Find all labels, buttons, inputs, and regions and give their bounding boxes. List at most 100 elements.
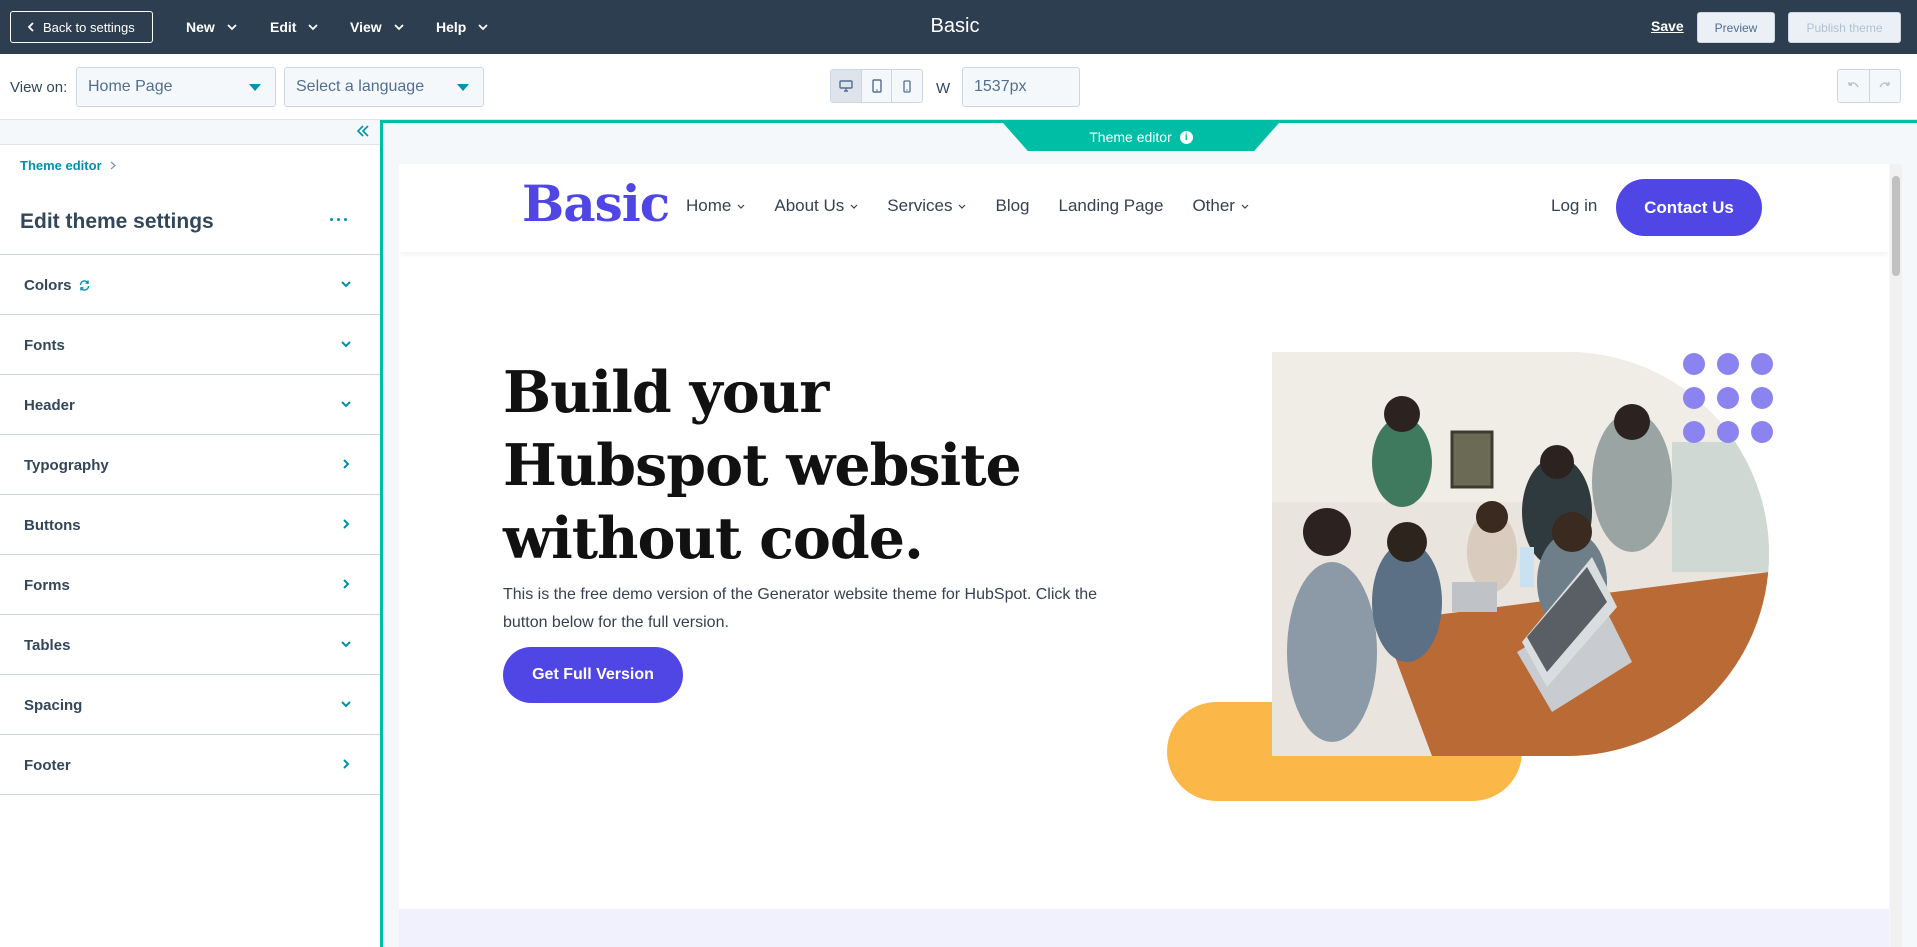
- site-nav-label: Other: [1192, 196, 1235, 215]
- mobile-view-button[interactable]: [892, 70, 922, 102]
- settings-section-label: Fonts: [24, 337, 65, 354]
- chevron-down-icon: [341, 701, 351, 708]
- panel-title: Edit theme settings: [20, 210, 214, 233]
- theme-editor-tab-label: Theme editor: [1089, 129, 1172, 145]
- decorative-dots: [1683, 353, 1773, 443]
- site-nav-label: About Us: [774, 196, 845, 215]
- settings-section-title: Typography: [24, 457, 109, 474]
- tablet-icon: [871, 79, 882, 93]
- width-value: 1537px: [974, 78, 1027, 95]
- save-button[interactable]: Save: [1651, 18, 1684, 34]
- undo-icon: [1848, 82, 1859, 88]
- settings-section-buttons[interactable]: Buttons: [0, 495, 380, 555]
- sidebar-collapse-row: [0, 120, 380, 145]
- hero-text: This is the free demo version of the Gen…: [503, 586, 1098, 631]
- settings-section-label: Footer: [24, 757, 71, 774]
- settings-section-tables[interactable]: Tables: [0, 615, 380, 675]
- page-select-value: Home Page: [88, 78, 173, 95]
- site-preview: Basic Home About Us Services Blog Landing Pa…: [399, 164, 1889, 947]
- site-header: Basic Home About Us Services Blog Landing Pa…: [399, 164, 1889, 252]
- chevron-down-icon: [1241, 204, 1249, 209]
- chevron-down-icon: [959, 204, 966, 209]
- settings-section-title: Forms: [24, 577, 70, 594]
- theme-title: Basic: [930, 15, 980, 37]
- site-nav-about-us[interactable]: About Us: [774, 196, 858, 216]
- caret-down-icon: [457, 84, 469, 91]
- settings-section-spacing[interactable]: Spacing: [0, 675, 380, 735]
- publish-theme-button[interactable]: Publish theme: [1788, 12, 1901, 43]
- language-select-value: Select a language: [296, 78, 425, 95]
- chevron-right-icon: [343, 519, 350, 529]
- preview-button[interactable]: Preview: [1697, 12, 1775, 43]
- settings-section-label: Tables: [24, 637, 70, 654]
- chevron-down-icon: [850, 204, 858, 209]
- chevron-down-icon: [737, 204, 745, 209]
- view-toolbar: View on: Home Page Select a language W 1…: [0, 54, 1917, 120]
- scrollbar-thumb[interactable]: [1892, 176, 1900, 276]
- info-icon[interactable]: i: [1179, 130, 1193, 144]
- chevron-right-icon: [343, 759, 350, 769]
- settings-section-title: Tables: [24, 637, 71, 654]
- site-nav-label: Home: [686, 196, 732, 215]
- settings-section-colors[interactable]: Colors: [0, 255, 380, 315]
- site-nav-other[interactable]: Other: [1192, 196, 1249, 216]
- next-section-band: [399, 909, 1889, 947]
- chevron-down-icon: [341, 281, 351, 288]
- undo-redo-group: [1837, 69, 1901, 103]
- settings-section-label: Spacing: [24, 697, 82, 714]
- breadcrumb[interactable]: Theme editor: [20, 158, 116, 173]
- page-select[interactable]: Home Page: [76, 67, 276, 107]
- contact-us-button[interactable]: Contact Us: [1616, 179, 1762, 236]
- more-dot: [337, 217, 340, 221]
- settings-section-typography[interactable]: Typography: [0, 435, 380, 495]
- settings-section-title: Spacing: [24, 697, 83, 714]
- desktop-view-button[interactable]: [831, 70, 862, 102]
- preview-scrollbar[interactable]: [1890, 164, 1902, 947]
- settings-section-fonts[interactable]: Fonts: [0, 315, 380, 375]
- settings-section-title: Footer: [24, 757, 71, 774]
- settings-section-footer[interactable]: Footer: [0, 735, 380, 795]
- settings-section-forms[interactable]: Forms: [0, 555, 380, 615]
- site-nav-services[interactable]: Services: [887, 196, 966, 216]
- chevron-down-icon: [341, 401, 351, 408]
- more-options-button[interactable]: [330, 212, 352, 226]
- width-input[interactable]: 1537px: [962, 67, 1080, 107]
- get-full-version-button[interactable]: Get Full Version: [503, 647, 683, 703]
- more-dot: [330, 217, 333, 221]
- mobile-icon: [903, 79, 911, 93]
- settings-section-label: Header: [24, 397, 75, 414]
- settings-sections: Colors Fonts Header Typography Buttons Forms T…: [0, 254, 380, 795]
- collapse-sidebar-icon[interactable]: [356, 125, 370, 137]
- top-bar: Back to settings New Edit View Help Basi…: [0, 0, 1917, 54]
- chevron-right-icon: [110, 161, 116, 170]
- caret-down-icon: [249, 84, 261, 91]
- site-nav-label: Blog: [995, 196, 1030, 215]
- site-nav-label: Landing Page: [1058, 196, 1164, 215]
- settings-section-label: Buttons: [24, 517, 81, 534]
- tablet-view-button[interactable]: [862, 70, 893, 102]
- redo-button[interactable]: [1870, 70, 1901, 102]
- site-nav: Home About Us Services Blog Landing Page Othe…: [686, 196, 1278, 216]
- refresh-icon: [79, 280, 89, 291]
- width-label: W: [936, 80, 951, 97]
- more-dot: [344, 217, 347, 221]
- site-nav-label: Services: [887, 196, 953, 215]
- login-link[interactable]: Log in: [1551, 196, 1597, 216]
- view-on-label: View on:: [10, 79, 68, 96]
- redo-icon: [1879, 82, 1890, 88]
- site-nav-landing-page[interactable]: Landing Page: [1059, 196, 1164, 216]
- chevron-down-icon: [341, 641, 351, 648]
- site-nav-home[interactable]: Home: [686, 196, 745, 216]
- device-toggle: [830, 69, 923, 103]
- undo-button[interactable]: [1838, 70, 1870, 102]
- theme-settings-sidebar: Theme editor Edit theme settings Colors F…: [0, 120, 380, 947]
- settings-section-title: Header: [24, 397, 75, 414]
- desktop-icon: [839, 80, 853, 92]
- breadcrumb-theme-editor[interactable]: Theme editor: [20, 158, 102, 173]
- settings-section-header[interactable]: Header: [0, 375, 380, 435]
- settings-section-title: Colors: [24, 277, 72, 294]
- settings-section-label: Colors: [24, 277, 91, 294]
- site-logo[interactable]: Basic: [522, 174, 670, 233]
- language-select[interactable]: Select a language: [284, 67, 484, 107]
- site-nav-blog[interactable]: Blog: [995, 196, 1029, 216]
